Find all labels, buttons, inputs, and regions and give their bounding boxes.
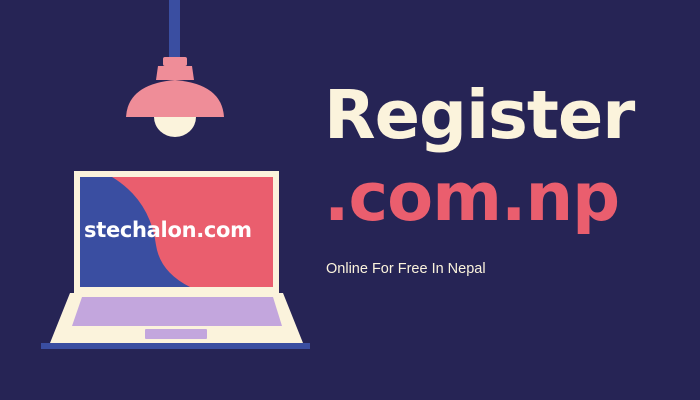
- headline-register: Register: [324, 76, 635, 154]
- tagline: Online For Free In Nepal: [326, 261, 486, 277]
- site-label: stechalon.com: [84, 218, 252, 242]
- lamp-cap: [163, 57, 187, 66]
- pendant-lamp-icon: [126, 0, 224, 137]
- headline-domain: .com.np: [324, 158, 620, 236]
- lamp-shade: [126, 80, 224, 117]
- lamp-bulb: [154, 117, 196, 137]
- lamp-cord: [169, 0, 180, 63]
- banner: stechalon.com Register .com.np Online Fo…: [0, 0, 700, 400]
- laptop-icon: [41, 171, 310, 349]
- headline: Register .com.np: [324, 74, 684, 238]
- lamp-neck: [156, 66, 194, 80]
- laptop-trackpad: [145, 329, 207, 339]
- laptop-keyboard: [72, 297, 282, 326]
- laptop-front-edge: [41, 343, 310, 349]
